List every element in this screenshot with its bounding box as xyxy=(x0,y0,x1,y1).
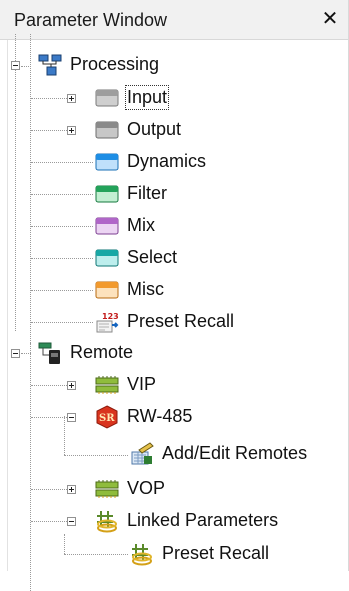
folder-gray-icon xyxy=(95,121,119,139)
tree-connector xyxy=(31,162,93,163)
tree-node-label: Add/Edit Remotes xyxy=(162,443,308,463)
tree-node-label: Mix xyxy=(127,215,155,235)
tree-connector xyxy=(31,417,67,418)
tree-node-label: Filter xyxy=(127,183,167,203)
processing-tree-icon xyxy=(38,54,62,76)
add-edit-remotes-icon xyxy=(131,442,154,465)
tree-guide-linked xyxy=(64,534,65,554)
remote-tree-icon xyxy=(38,342,60,364)
tree-guide-root xyxy=(15,34,16,331)
folder-orange-icon xyxy=(95,281,119,299)
tree-node-label: Misc xyxy=(127,279,164,299)
rw485-collapse-toggle[interactable] xyxy=(67,413,76,422)
output-expand-toggle[interactable] xyxy=(67,126,76,135)
folder-gray-icon xyxy=(95,89,119,107)
tree-connector xyxy=(31,521,67,522)
linked-preset-recall-icon xyxy=(132,544,152,566)
preset-recall-icon: 123 xyxy=(96,312,119,333)
window-titlebar: Parameter Window ✕ xyxy=(0,0,348,40)
tree-node-label: Input xyxy=(124,85,170,110)
close-icon[interactable]: ✕ xyxy=(318,7,342,31)
tree-connector xyxy=(31,385,67,386)
folder-blue-icon xyxy=(95,153,119,171)
input-expand-toggle[interactable] xyxy=(67,94,76,103)
parameter-tree: Processing Input Output Dynamics Filter … xyxy=(0,34,349,591)
window-title: Parameter Window xyxy=(14,10,168,30)
tree-connector xyxy=(31,322,93,323)
linked-parameters-icon xyxy=(97,511,117,533)
vop-expand-toggle[interactable] xyxy=(67,485,76,494)
tree-connector xyxy=(64,554,128,555)
tree-node-label: Output xyxy=(127,119,182,139)
vip-board-icon xyxy=(95,376,119,394)
tree-node-label: VIP xyxy=(127,374,157,394)
tree-connector xyxy=(31,489,67,490)
linked-parameters-collapse-toggle[interactable] xyxy=(67,517,76,526)
tree-node-label: Dynamics xyxy=(127,151,207,171)
folder-teal-icon xyxy=(95,249,119,267)
tree-guide-rw485 xyxy=(64,416,65,455)
folder-green-icon xyxy=(95,185,119,203)
tree-connector xyxy=(21,353,31,354)
tree-connector xyxy=(21,66,31,67)
processing-collapse-toggle[interactable] xyxy=(11,61,20,70)
tree-guide-processing xyxy=(30,34,31,343)
remote-collapse-toggle[interactable] xyxy=(11,349,20,358)
tree-connector xyxy=(31,130,67,131)
tree-node-label: Remote xyxy=(70,342,134,362)
tree-node-label: Select xyxy=(127,247,178,267)
tree-connector xyxy=(31,226,93,227)
tree-node-label: VOP xyxy=(127,478,166,498)
tree-connector xyxy=(31,98,67,99)
tree-node-label: Linked Parameters xyxy=(127,510,279,530)
tree-connector xyxy=(31,290,93,291)
folder-purple-icon xyxy=(95,217,119,235)
tree-node-label: Preset Recall xyxy=(162,543,270,563)
tree-connector xyxy=(64,455,128,456)
tree-guide-remote xyxy=(30,343,31,591)
tree-node-label: RW-485 xyxy=(127,406,193,426)
preset-recall-badge: 123 xyxy=(102,312,119,321)
tree-connector xyxy=(31,258,93,259)
vop-board-icon xyxy=(95,480,119,498)
vip-expand-toggle[interactable] xyxy=(67,381,76,390)
rw485-sr-badge: SR xyxy=(99,413,115,424)
parameter-window: Parameter Window ✕ Processing Input Outp… xyxy=(0,0,349,591)
rw485-sr-icon: SR xyxy=(96,405,118,429)
tree-node-label: Preset Recall xyxy=(127,311,235,331)
tree-node-label: Processing xyxy=(70,54,160,74)
tree-connector xyxy=(31,194,93,195)
